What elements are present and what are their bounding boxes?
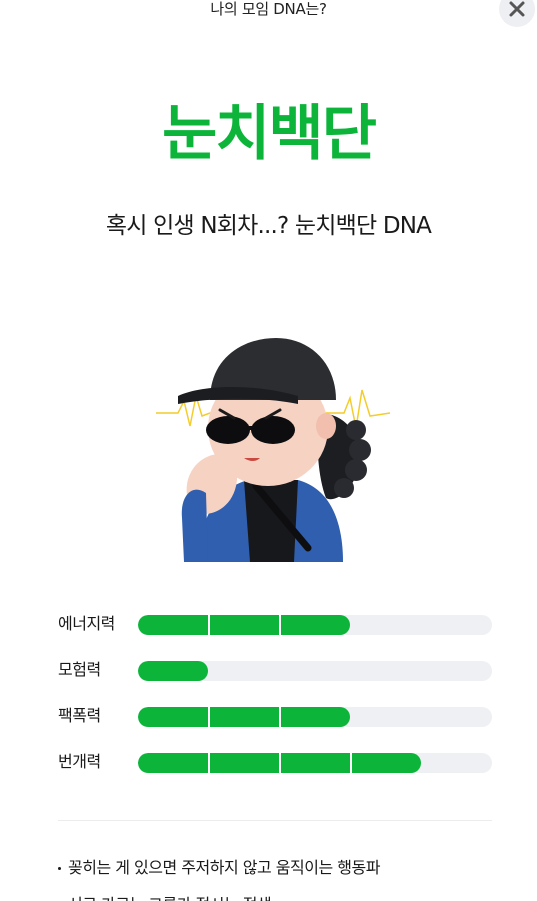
stat-row: 에너지력 bbox=[58, 612, 492, 658]
stat-segment-divider bbox=[279, 707, 281, 727]
stat-fill bbox=[138, 661, 208, 681]
dna-result-page: 나의 모임 DNA는? 눈치백단 혹시 인생 N회차...? 눈치백단 DNA bbox=[0, 0, 537, 901]
stat-fill bbox=[138, 615, 350, 635]
result-name: 눈치백단 bbox=[162, 99, 377, 169]
stat-segment-divider bbox=[208, 615, 210, 635]
stat-bar bbox=[138, 615, 492, 635]
stat-segment-divider bbox=[350, 753, 352, 773]
stat-row: 팩폭력 bbox=[58, 704, 492, 750]
stat-row: 모험력 bbox=[58, 658, 492, 704]
stat-bar bbox=[138, 661, 492, 681]
stat-bar bbox=[138, 707, 492, 727]
stat-label: 번개력 bbox=[58, 752, 101, 771]
stat-fill bbox=[138, 707, 350, 727]
stat-row: 번개력 bbox=[58, 750, 492, 796]
description-list: 꽂히는 게 있으면 주저하지 않고 움직이는 행동파 서로 가르는 그룹가 적시… bbox=[58, 855, 498, 901]
stat-segment-divider bbox=[279, 615, 281, 635]
stat-bar bbox=[138, 753, 492, 773]
stat-label: 팩폭력 bbox=[58, 706, 101, 725]
stat-label: 에너지력 bbox=[58, 614, 115, 633]
description-item: 서로 가르는 그룹가 적시는 적생 bbox=[58, 892, 498, 901]
stat-segment-divider bbox=[208, 707, 210, 727]
divider bbox=[58, 820, 492, 821]
close-icon bbox=[509, 1, 525, 17]
stats-panel: 에너지력 모험력 팩폭력 번개력 bbox=[58, 612, 492, 796]
character-illustration bbox=[156, 338, 391, 562]
close-button[interactable] bbox=[499, 0, 535, 27]
stat-segment-divider bbox=[208, 753, 210, 773]
stat-segment-divider bbox=[279, 753, 281, 773]
stat-label: 모험력 bbox=[58, 660, 101, 679]
page-title: 나의 모임 DNA는? bbox=[210, 0, 327, 18]
result-tagline: 혹시 인생 N회차...? 눈치백단 DNA bbox=[105, 213, 432, 239]
description-item: 꽂히는 게 있으면 주저하지 않고 움직이는 행동파 bbox=[58, 855, 498, 881]
